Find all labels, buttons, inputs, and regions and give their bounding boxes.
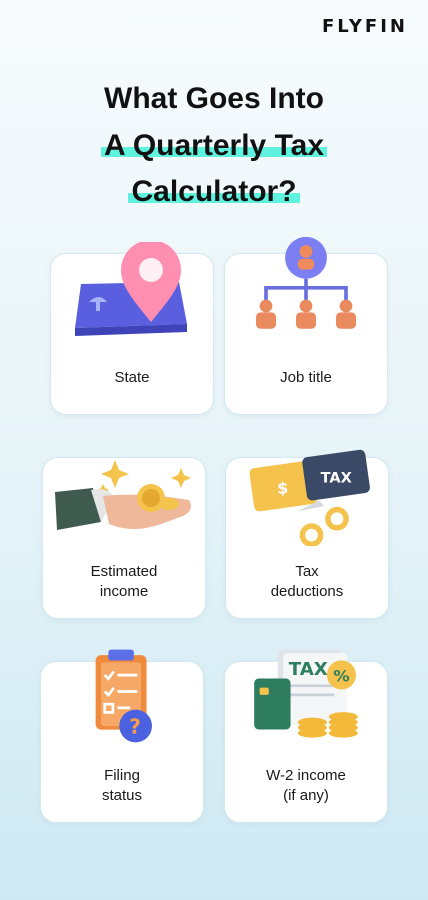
card-estimated-income: Estimated income (42, 457, 206, 619)
scissors-tax-card-icon: $ TAX (249, 449, 370, 546)
card-job-title: Job title (224, 236, 388, 415)
card-w2-income: TAX % W-2 income (if any) (224, 649, 388, 823)
card-filing-status-label: Filing status (101, 767, 143, 804)
location-pin-icon (75, 242, 187, 336)
card-tax-deductions: $ TAX Tax deductions (225, 449, 389, 619)
question-mark: ? (129, 714, 141, 738)
title-line-3: Calculator? (128, 175, 300, 208)
title-line-1: What Goes Into (104, 82, 324, 115)
card-state: State (50, 242, 214, 415)
clipboard-question-icon: ? (95, 649, 152, 743)
title-line-2: A Quarterly Tax (100, 128, 328, 162)
card-job-title-label: Job title (280, 369, 332, 386)
tax-doc-text: TAX (289, 659, 328, 680)
card-w2-income-label: W-2 income (if any) (266, 767, 346, 804)
tax-tag-text: TAX (321, 470, 352, 486)
org-chart-icon (256, 236, 356, 329)
brand-logo: FLYFIN (321, 16, 408, 37)
dollar-sign: $ (277, 478, 288, 497)
percent-sign: % (333, 666, 349, 685)
hand-coins-icon (55, 460, 191, 530)
page-title: What Goes Into A Quarterly Tax Calculato… (0, 76, 428, 216)
card-tax-deductions-label: Tax deductions (270, 563, 344, 600)
card-filing-status: ? Filing status (40, 649, 204, 823)
card-state-label: State (114, 369, 150, 386)
card-estimated-income-label: Estimated income (90, 563, 158, 600)
tax-document-coins-icon: TAX % (254, 649, 358, 738)
